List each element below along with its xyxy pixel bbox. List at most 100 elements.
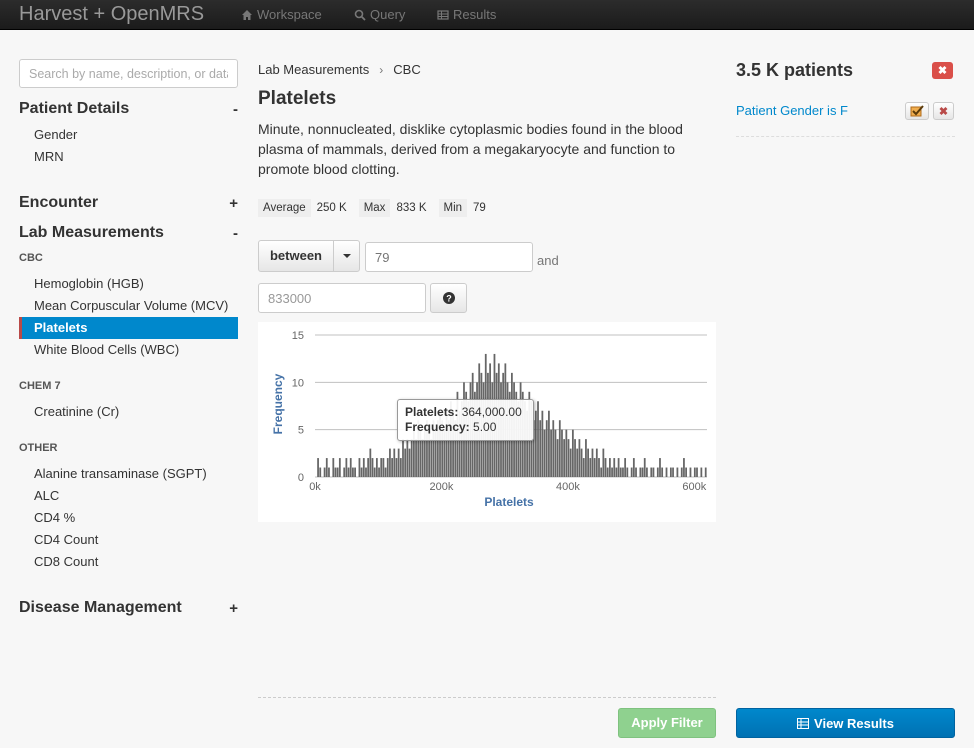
histogram-bar[interactable] [600,467,603,477]
histogram-bar[interactable] [362,458,365,477]
histogram-bar[interactable] [345,458,348,477]
sidebar-item-cd4-percent[interactable]: CD4 % [19,507,238,529]
histogram-bar[interactable] [402,439,404,477]
histogram-bar[interactable] [576,448,579,477]
histogram-bar[interactable] [539,420,542,477]
histogram-bar[interactable] [421,439,424,477]
expand-toggle[interactable]: + [229,195,238,212]
histogram-bar[interactable] [617,458,620,477]
histogram-bar[interactable] [397,448,400,477]
histogram-bar[interactable] [693,467,696,477]
histogram-bar[interactable] [386,458,389,477]
histogram-bar[interactable] [665,467,668,477]
histogram-bar[interactable] [367,458,370,477]
histogram-bar[interactable] [343,467,346,477]
sidebar-item-mrn[interactable]: MRN [19,146,238,168]
histogram-bar[interactable] [534,410,537,477]
histogram-bar[interactable] [347,467,350,477]
histogram-bar[interactable] [567,439,570,477]
histogram-bar[interactable] [580,448,583,477]
histogram-bar[interactable] [328,467,330,477]
toggle-filter-button[interactable] [905,102,929,120]
histogram-bar[interactable] [578,439,581,477]
histogram-bar[interactable] [565,429,568,477]
histogram-bar[interactable] [393,448,396,477]
histogram-bar[interactable] [672,467,674,477]
histogram-bar[interactable] [656,467,659,477]
histogram-bar[interactable] [561,429,563,477]
histogram-bar[interactable] [624,458,627,477]
histogram-bar[interactable] [641,467,644,477]
histogram-bar[interactable] [661,467,664,477]
histogram-bar[interactable] [680,467,683,477]
histogram-bar[interactable] [543,429,546,477]
histogram-bar[interactable] [613,458,616,477]
histogram-bar[interactable] [360,467,363,477]
histogram-bar[interactable] [410,439,413,477]
histogram-bar[interactable] [404,448,407,477]
histogram-bar[interactable] [336,467,339,477]
apply-filter-button[interactable]: Apply Filter [618,708,716,738]
brand-logo[interactable]: Harvest + OpenMRS [19,3,204,26]
histogram-bar[interactable] [585,439,587,477]
histogram-bar[interactable] [365,467,367,477]
histogram-bar[interactable] [587,448,589,477]
min-value-input[interactable] [365,242,533,272]
breadcrumb-cbc[interactable]: CBC [393,62,420,77]
histogram-bar[interactable] [556,439,559,477]
histogram-bar[interactable] [375,458,378,477]
nav-workspace[interactable]: Workspace [241,7,322,22]
histogram-bar[interactable] [689,467,692,477]
histogram-bar[interactable] [626,467,629,477]
histogram-bar[interactable] [334,467,337,477]
histogram-bar[interactable] [676,467,679,477]
histogram-bar[interactable] [317,458,319,477]
histogram-bar[interactable] [378,467,380,477]
histogram-bar[interactable] [373,467,376,477]
sidebar-item-cd8-count[interactable]: CD8 Count [19,551,238,573]
histogram-bar[interactable] [700,467,703,477]
histogram-bar[interactable] [545,420,548,477]
section-disease-management[interactable]: Disease Management + [19,599,238,617]
histogram-bar[interactable] [582,458,585,477]
section-patient-details[interactable]: Patient Details - [19,100,238,118]
histogram-bar[interactable] [574,439,576,477]
histogram-bar[interactable] [319,467,322,477]
histogram-bar[interactable] [384,467,387,477]
histogram-bar[interactable] [639,467,642,477]
histogram-bar[interactable] [622,467,624,477]
sidebar-item-cd4-count[interactable]: CD4 Count [19,529,238,551]
histogram-bar[interactable] [595,448,598,477]
histogram-bar[interactable] [619,467,622,477]
sidebar-item-platelets[interactable]: Platelets [19,317,238,339]
operator-dropdown[interactable]: between [258,240,360,272]
clear-all-filters-button[interactable]: ✖ [932,62,953,79]
histogram-bar[interactable] [606,467,609,477]
histogram-bar[interactable] [380,458,383,477]
histogram-bar[interactable] [338,458,341,477]
remove-filter-button[interactable]: ✖ [933,102,954,120]
histogram-bar[interactable] [635,467,637,477]
histogram-bar[interactable] [602,448,605,477]
histogram-bar[interactable] [408,448,411,477]
sidebar-item-wbc[interactable]: White Blood Cells (WBC) [19,339,238,361]
histogram-bar[interactable] [704,467,707,477]
histogram-bar[interactable] [349,458,352,477]
histogram-bar[interactable] [554,429,557,477]
histogram-bar[interactable] [643,458,646,477]
histogram-bar[interactable] [358,458,361,477]
sidebar-item-gender[interactable]: Gender [19,124,238,146]
histogram-bar[interactable] [591,448,594,477]
histogram-bar[interactable] [550,429,552,477]
histogram-bar[interactable] [683,458,685,477]
histogram-bar[interactable] [685,467,687,477]
histogram-bar[interactable] [399,458,402,477]
section-encounter[interactable]: Encounter + [19,194,238,212]
histogram-bar[interactable] [646,467,648,477]
histogram-bar[interactable] [558,420,561,477]
caret-down-icon[interactable] [333,241,359,271]
histogram-bar[interactable] [652,467,655,477]
histogram-bar[interactable] [548,410,550,477]
nav-query[interactable]: Query [354,7,405,22]
histogram-bar[interactable] [395,458,398,477]
